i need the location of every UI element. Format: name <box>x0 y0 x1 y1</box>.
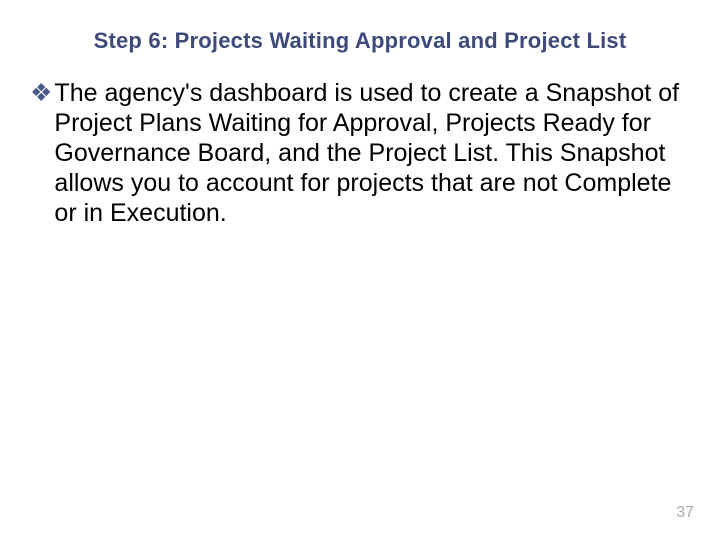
slide: Step 6: Projects Waiting Approval and Pr… <box>0 0 720 540</box>
slide-title: Step 6: Projects Waiting Approval and Pr… <box>30 28 690 54</box>
diamond-bullet-icon: ❖ <box>30 78 52 108</box>
slide-body: ❖ The agency's dashboard is used to crea… <box>30 78 690 228</box>
bullet-item: ❖ The agency's dashboard is used to crea… <box>30 78 690 228</box>
body-text: The agency's dashboard is used to create… <box>54 78 690 228</box>
page-number: 37 <box>676 504 694 522</box>
